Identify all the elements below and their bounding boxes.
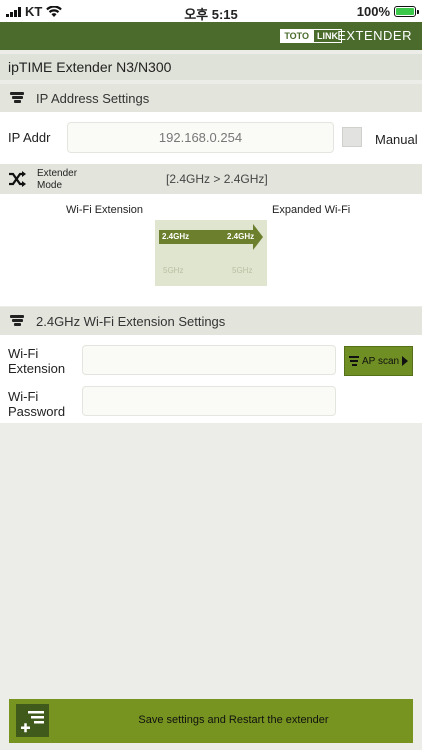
- expanded-wifi-caption: Expanded Wi-Fi: [272, 204, 351, 216]
- ip-section-title: IP Address Settings: [36, 90, 150, 106]
- ap-scan-button[interactable]: AP scan: [344, 346, 413, 376]
- ssid-label-line2: Extension: [8, 361, 66, 376]
- filter-icon: [10, 91, 24, 105]
- ssid-input[interactable]: [82, 345, 336, 375]
- save-restart-label: Save settings and Restart the extender: [138, 714, 329, 726]
- ssid-label-line1: Wi-Fi: [8, 346, 39, 361]
- logo-toto: TOTO: [280, 29, 313, 43]
- totolink-logo: TOTO LINK: [280, 28, 342, 44]
- battery-percent: 100%: [356, 4, 390, 19]
- status-bar: KT 오후 5:15 100%: [0, 0, 422, 22]
- page-title: ipTIME Extender N3/N300: [0, 54, 422, 80]
- ip-label: IP Addr: [8, 130, 51, 145]
- wifi-section-title: 2.4GHz Wi-Fi Extension Settings: [36, 313, 226, 329]
- wifi-extension-caption: Wi-Fi Extension: [66, 204, 144, 216]
- filter-icon: [10, 314, 24, 328]
- band5-right-label: 5GHz: [232, 266, 253, 275]
- ip-section-header: IP Address Settings: [0, 84, 422, 112]
- extender-mode-label-line1: Extender: [37, 168, 78, 179]
- mode-diagram-row: Wi-Fi Extension Expanded Wi-Fi 2.4GHz 2.…: [0, 194, 422, 306]
- extender-mode-value: [2.4GHz > 2.4GHz]: [166, 172, 268, 186]
- password-input[interactable]: [82, 386, 336, 416]
- arrow-right-icon: [253, 224, 263, 250]
- password-label: Wi-Fi Password: [8, 389, 65, 419]
- band-left-label: 2.4GHz: [162, 232, 190, 241]
- band-right-label: 2.4GHz: [227, 232, 255, 241]
- status-right: 100%: [356, 4, 419, 19]
- ssid-label: Wi-Fi Extension: [8, 346, 65, 376]
- brand-bar: TOTO LINK EXTENDER: [0, 22, 422, 50]
- band5-left-label: 5GHz: [163, 266, 184, 275]
- wifi-section-header: 2.4GHz Wi-Fi Extension Settings: [0, 307, 422, 335]
- ap-scan-label: AP scan: [362, 355, 400, 367]
- filter-icon: [349, 356, 359, 366]
- extender-mode-label: Extender Mode: [37, 168, 77, 192]
- brand-product: EXTENDER: [337, 28, 412, 43]
- password-label-line2: Password: [8, 404, 66, 419]
- ip-address-input[interactable]: 192.168.0.254: [67, 122, 334, 153]
- shuffle-icon: [9, 171, 26, 187]
- manual-label: Manual: [375, 132, 418, 147]
- password-label-line1: Wi-Fi: [8, 389, 39, 404]
- manual-checkbox[interactable]: [342, 127, 362, 147]
- extender-mode-label-line2: Mode: [37, 180, 63, 191]
- extender-mode-row[interactable]: Extender Mode [2.4GHz > 2.4GHz]: [0, 164, 422, 194]
- battery-icon: [394, 6, 419, 17]
- band-diagram: 2.4GHz 2.4GHz 5GHz 5GHz: [155, 220, 267, 286]
- add-list-icon: [16, 704, 49, 737]
- play-icon: [402, 356, 408, 366]
- save-restart-button[interactable]: Save settings and Restart the extender: [9, 699, 413, 743]
